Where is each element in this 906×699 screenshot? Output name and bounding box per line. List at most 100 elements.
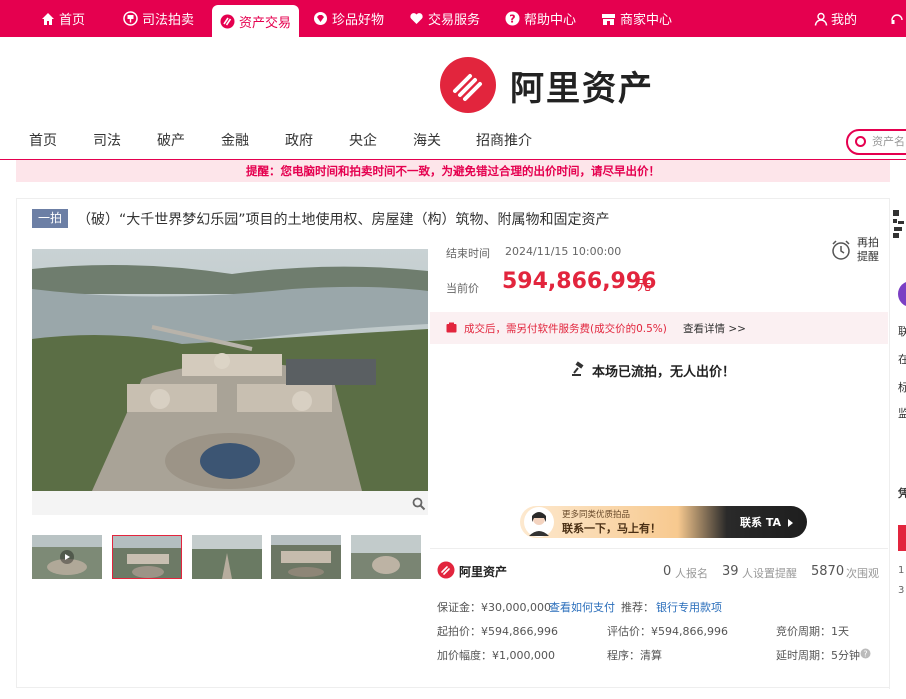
qr-code-icon[interactable] <box>892 209 906 242</box>
home-icon <box>41 12 55 26</box>
time-notice: 提醒：您电脑时间和拍卖时间不一致，为避免错过合理的出价时间，请尽早出价！ <box>16 160 890 182</box>
thumbnail[interactable] <box>351 535 421 579</box>
topnav-assets-label: 资产交易 <box>239 15 292 31</box>
views-label: 次围观 <box>846 567 879 580</box>
search-placeholder: 资产名 <box>872 135 905 148</box>
bid-period: 竞价周期：1天 <box>776 625 849 638</box>
item-title: （破）“大千世界梦幻乐园”项目的土地使用权、房屋建（构）筑物、附属物和固定资产 <box>77 212 610 228</box>
gavel-badge-icon <box>123 11 138 26</box>
contact-button-label: 联系 TA <box>740 516 781 529</box>
svg-text:?: ? <box>509 13 515 26</box>
user-icon <box>814 12 828 26</box>
topnav-treasure[interactable]: 珍品好物 <box>313 0 384 37</box>
rp-text: 标 <box>898 381 906 394</box>
thumbnail[interactable] <box>271 535 341 579</box>
rp-red-block[interactable] <box>898 525 906 551</box>
mainnav-item[interactable]: 破产 <box>157 130 185 150</box>
rp-text: 在 <box>898 353 906 366</box>
info-icon[interactable]: ? <box>860 648 871 662</box>
brand-logo-icon <box>440 57 496 113</box>
topnav-judicial-label: 司法拍卖 <box>142 13 195 28</box>
deposit: 保证金：¥30,000,000 <box>437 601 551 614</box>
procedure: 程序：清算 <box>607 649 662 662</box>
rp-text: 3 <box>898 585 905 596</box>
start-price: 起拍价：¥594,866,996 <box>437 625 558 638</box>
rp-text: 凭 <box>898 487 906 500</box>
fee-text: 成交后，需另付软件服务费(成交价的0.5%) <box>464 323 667 335</box>
thumbnail-selected[interactable] <box>112 535 182 579</box>
help-icon: ? <box>505 11 520 26</box>
search-input[interactable]: 资产名 <box>846 129 906 155</box>
main-image[interactable] <box>32 249 428 515</box>
topnav-merchant[interactable]: 商家中心 <box>601 0 672 37</box>
topnav-home-label: 首页 <box>59 13 86 28</box>
price-unit: 元 <box>637 278 651 294</box>
purple-avatar <box>898 281 906 307</box>
thumbnail[interactable] <box>192 535 262 579</box>
topnav-help[interactable]: ? 帮助中心 <box>505 0 576 37</box>
topnav-home[interactable]: 首页 <box>41 0 85 37</box>
brand-name: 阿里资产 <box>510 68 654 109</box>
seller-brand[interactable]: 阿里资产 <box>437 561 507 582</box>
views-count: 5870 <box>811 564 845 579</box>
topnav-assets[interactable]: 资产交易 <box>212 5 300 37</box>
mainnav-item[interactable]: 招商推介 <box>476 130 532 150</box>
increment: 加价幅度：¥1,000,000 <box>437 649 555 662</box>
agent-avatar <box>522 506 556 538</box>
play-arrow-icon <box>787 519 793 527</box>
fee-detail-link[interactable]: 查看详情 >> <box>683 321 746 336</box>
end-time-label: 结束时间 <box>446 247 490 260</box>
topnav-service[interactable]: 交易服务 <box>409 0 480 37</box>
seller-brand-name: 阿里资产 <box>459 565 508 579</box>
reminders-label: 人设置提醒 <box>742 567 797 580</box>
topnav-judicial[interactable]: 司法拍卖 <box>123 0 194 37</box>
gavel-icon <box>571 361 587 380</box>
headset-icon[interactable] <box>890 0 904 37</box>
rp-text: 联 <box>898 325 906 338</box>
remind-button[interactable]: 再拍 提醒 <box>824 236 882 266</box>
search-icon <box>855 136 866 147</box>
rp-text: 监 <box>898 407 906 420</box>
topnav-treasure-label: 珍品好物 <box>332 13 385 28</box>
thumbnail[interactable] <box>32 535 102 579</box>
contact-banner[interactable]: 更多同类优质拍品 联系一下，马上有！ 联系 TA <box>520 506 807 538</box>
remind-label: 再拍 提醒 <box>857 236 879 263</box>
asset-trade-icon <box>220 14 235 29</box>
brand-small-icon <box>437 561 455 582</box>
rp-text: 1 <box>898 565 905 576</box>
topnav-service-label: 交易服务 <box>428 13 481 28</box>
user-menu-label: 我的 <box>831 13 858 28</box>
contact-button[interactable]: 联系 TA <box>740 514 793 530</box>
price-label: 当前价 <box>446 282 479 295</box>
banner-line1: 更多同类优质拍品 <box>562 510 631 520</box>
signups-label: 人报名 <box>675 567 708 580</box>
topnav-help-label: 帮助中心 <box>524 13 577 28</box>
treasure-icon <box>313 11 328 26</box>
delay-period: 延时周期：5分钟 <box>776 649 860 662</box>
svg-text:?: ? <box>863 650 867 659</box>
end-time-value: 2024/11/15 10:00:00 <box>505 245 622 258</box>
auction-status-text: 本场已流拍，无人出价！ <box>592 365 736 380</box>
mainnav-item[interactable]: 央企 <box>349 130 377 150</box>
reminders-count: 39 <box>722 564 739 579</box>
right-sidebar: 联 在 标 监 凭 1 3 <box>889 199 906 689</box>
auction-round-badge: 一拍 <box>32 209 68 228</box>
brand-logo[interactable]: 阿里资产 <box>440 57 654 113</box>
mainnav-item[interactable]: 司法 <box>93 130 121 150</box>
recommend-label: 推荐： <box>621 601 654 614</box>
divider <box>430 548 888 549</box>
eval-price: 评估价：¥594,866,996 <box>607 625 728 638</box>
alarm-clock-icon <box>830 239 852 264</box>
user-menu[interactable]: 我的 <box>814 0 857 37</box>
bank-link[interactable]: 银行专用款项 <box>656 599 722 615</box>
banner-line2: 联系一下，马上有！ <box>562 522 661 535</box>
mainnav-item[interactable]: 政府 <box>285 130 313 150</box>
mainnav-item[interactable]: 海关 <box>413 130 441 150</box>
topnav-merchant-label: 商家中心 <box>620 13 673 28</box>
how-pay-link[interactable]: 查看如何支付 <box>549 599 615 615</box>
signups-count: 0 <box>663 564 672 579</box>
heart-icon <box>409 11 424 26</box>
mainnav-item[interactable]: 金融 <box>221 130 249 150</box>
mainnav-item[interactable]: 首页 <box>29 130 57 150</box>
zoom-icon[interactable] <box>412 497 426 514</box>
